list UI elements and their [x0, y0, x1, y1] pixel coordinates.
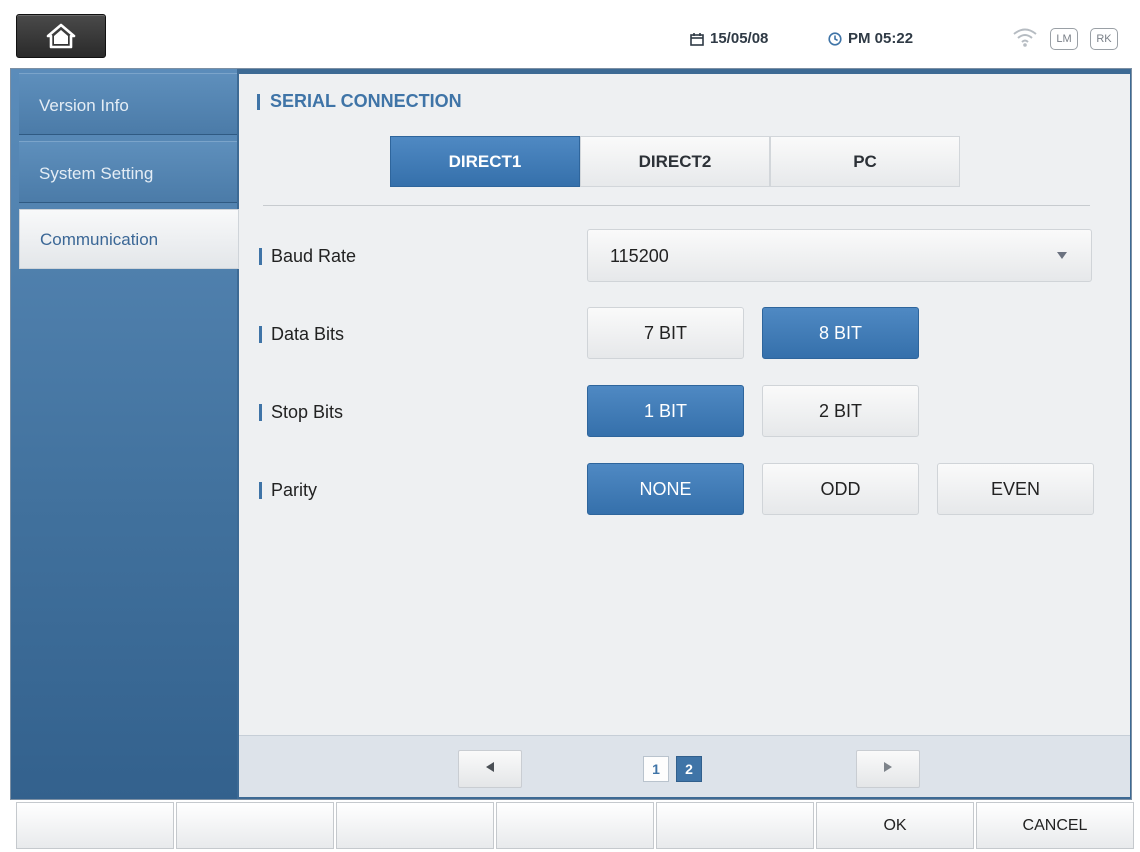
softkey-5[interactable] — [656, 802, 814, 849]
ok-button[interactable]: OK — [816, 802, 974, 849]
status-bar: 15/05/08 PM 05:22 LM RK — [0, 0, 1140, 68]
parity-even-button[interactable]: EVEN — [937, 463, 1094, 515]
baud-rate-value: 115200 — [610, 246, 669, 266]
sidebar-item-label: System Setting — [39, 164, 154, 183]
label-marker — [259, 482, 262, 499]
parity-label: Parity — [259, 480, 317, 501]
sidebar-item-label: Communication — [40, 230, 159, 249]
home-button[interactable] — [16, 14, 106, 58]
cancel-button[interactable]: CANCEL — [976, 802, 1134, 849]
label-marker — [259, 248, 262, 265]
stop-bits-1-button[interactable]: 1 BIT — [587, 385, 744, 437]
next-page-button[interactable] — [856, 750, 920, 788]
rk-badge: RK — [1090, 28, 1118, 50]
date-text: 15/05/08 — [710, 30, 769, 47]
parity-odd-button[interactable]: ODD — [762, 463, 919, 515]
page-2-button[interactable]: 2 — [676, 756, 702, 782]
tab-direct2[interactable]: DIRECT2 — [580, 136, 770, 187]
date-display: 15/05/08 — [690, 30, 768, 47]
softkey-bar: OK CANCEL — [16, 802, 1134, 849]
app-frame: Version Info System Setting Communicatio… — [10, 68, 1132, 800]
label-marker — [259, 326, 262, 343]
data-bits-7-button[interactable]: 7 BIT — [587, 307, 744, 359]
softkey-3[interactable] — [336, 802, 494, 849]
softkey-2[interactable] — [176, 802, 334, 849]
previous-page-button[interactable] — [458, 750, 522, 788]
sidebar-item-communication[interactable]: Communication — [19, 209, 239, 269]
parity-none-button[interactable]: NONE — [587, 463, 744, 515]
connection-tabs: DIRECT1 DIRECT2 PC — [390, 136, 960, 187]
data-bits-label: Data Bits — [259, 324, 344, 345]
parity-label-text: Parity — [271, 480, 318, 500]
title-marker — [257, 93, 260, 110]
time-display: PM 05:22 — [828, 30, 913, 47]
section-title-text: SERIAL CONNECTION — [270, 91, 462, 111]
softkey-1[interactable] — [16, 802, 174, 849]
clock-icon — [828, 31, 842, 46]
sidebar-item-label: Version Info — [39, 96, 129, 115]
sidebar: Version Info System Setting Communicatio… — [11, 69, 239, 799]
lm-badge: LM — [1050, 28, 1078, 50]
page-1-button[interactable]: 1 — [643, 756, 669, 782]
stop-bits-label: Stop Bits — [259, 402, 343, 423]
wifi-icon — [1012, 26, 1038, 53]
softkey-4[interactable] — [496, 802, 654, 849]
sidebar-item-version-info[interactable]: Version Info — [19, 73, 237, 135]
data-bits-label-text: Data Bits — [271, 324, 345, 344]
baud-rate-select[interactable]: 115200 — [587, 229, 1092, 282]
divider — [263, 205, 1090, 206]
tab-pc[interactable]: PC — [770, 136, 960, 187]
calendar-icon — [690, 32, 704, 46]
tab-direct1[interactable]: DIRECT1 — [390, 136, 580, 187]
label-marker — [259, 404, 262, 421]
baud-rate-label: Baud Rate — [259, 246, 356, 267]
baud-rate-label-text: Baud Rate — [271, 246, 357, 266]
stop-bits-label-text: Stop Bits — [271, 402, 344, 422]
sidebar-item-system-setting[interactable]: System Setting — [19, 141, 237, 203]
home-icon — [46, 23, 76, 49]
data-bits-8-button[interactable]: 8 BIT — [762, 307, 919, 359]
arrow-left-icon — [484, 760, 496, 778]
stop-bits-2-button[interactable]: 2 BIT — [762, 385, 919, 437]
content-panel: SERIAL CONNECTION DIRECT1 DIRECT2 PC Bau… — [239, 74, 1130, 797]
pagination: 1 2 — [239, 735, 1130, 797]
dropdown-arrow-icon — [1057, 252, 1067, 259]
time-text: PM 05:22 — [848, 30, 914, 47]
arrow-right-icon — [882, 760, 894, 778]
section-title: SERIAL CONNECTION — [257, 91, 462, 112]
